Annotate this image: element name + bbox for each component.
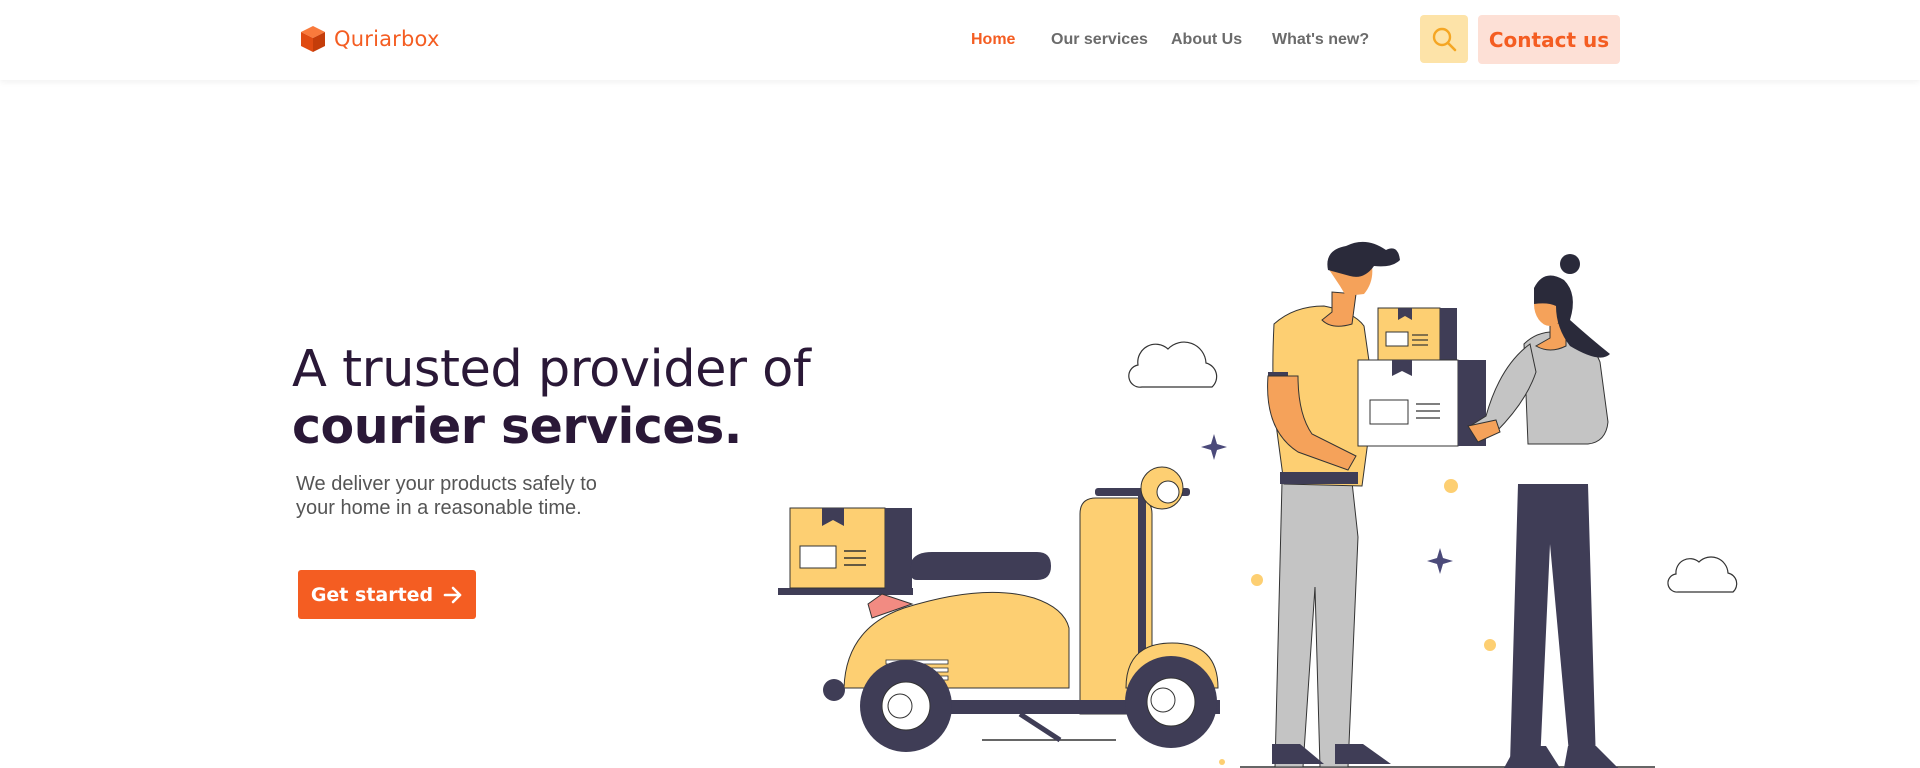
cube-logo-icon <box>301 26 325 52</box>
dot <box>1219 759 1225 765</box>
top-navbar: Quriarbox Home Our services About Us Wha… <box>0 0 1920 80</box>
scooter <box>778 466 1220 752</box>
sparkle-1 <box>1201 434 1227 460</box>
cloud-right <box>1667 556 1738 593</box>
cloud-left <box>1128 341 1218 388</box>
get-started-label: Get started <box>310 583 434 606</box>
nav-link-home[interactable]: Home <box>971 31 1015 49</box>
brand-logo-link[interactable]: Quriarbox <box>298 24 440 54</box>
hero-title-line-1: A trusted provider of <box>292 340 811 399</box>
hero-subtitle-line-1: We deliver your products safely to <box>296 473 597 495</box>
search-button[interactable] <box>1420 15 1468 63</box>
nav-link-whats-new[interactable]: What's new? <box>1272 31 1369 49</box>
delivery-illustration <box>778 241 1738 768</box>
hero-title-line-2: courier services. <box>292 398 742 455</box>
search-icon <box>1432 27 1457 52</box>
dot <box>1484 639 1496 651</box>
receiving-woman <box>1467 254 1618 768</box>
parcel-boxes <box>1357 307 1486 447</box>
hero-subtitle: We deliver your products safely to your … <box>296 472 636 520</box>
get-started-button[interactable]: Get started <box>298 570 476 619</box>
brand-name: Quriarbox <box>334 27 440 51</box>
sparkle-2 <box>1427 548 1453 574</box>
hero-subtitle-line-2: your home in a reasonable time. <box>296 497 582 519</box>
nav-link-about-us[interactable]: About Us <box>1171 31 1242 49</box>
contact-us-button[interactable]: Contact us <box>1478 15 1620 64</box>
arrow-right-icon <box>443 586 462 603</box>
nav-link-our-services[interactable]: Our services <box>1051 31 1148 49</box>
dot <box>1251 574 1263 586</box>
dot <box>1444 479 1458 493</box>
